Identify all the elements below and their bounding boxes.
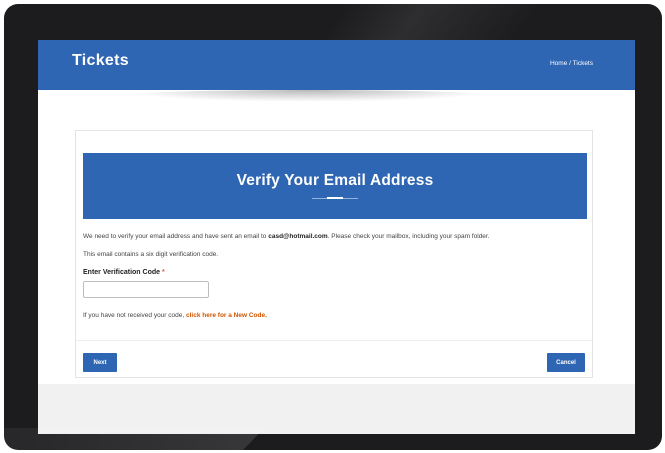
required-marker: *: [161, 269, 165, 276]
page-title: Tickets: [72, 52, 129, 69]
verification-code-label: Enter Verification Code *: [83, 269, 165, 276]
cancel-button[interactable]: Cancel: [547, 353, 585, 372]
card-header: Verify Your Email Address: [83, 153, 587, 219]
verification-message: We need to verify your email address and…: [83, 233, 490, 240]
header-shadow: [118, 90, 498, 102]
screen: Tickets Home / Tickets Verify Your Email…: [38, 40, 635, 434]
email-address: casd@hotmail.com: [268, 233, 328, 240]
breadcrumb: Home / Tickets: [550, 60, 593, 67]
verification-code-input[interactable]: [83, 281, 209, 298]
resend-message: If you have not received your code, clic…: [83, 312, 267, 319]
page-header: Tickets Home / Tickets: [38, 40, 635, 90]
divider: [76, 340, 592, 341]
title-underline: [312, 197, 358, 199]
new-code-link[interactable]: click here for a New Code.: [186, 312, 267, 319]
next-button[interactable]: Next: [83, 353, 117, 372]
breadcrumb-home-link[interactable]: Home: [550, 60, 567, 67]
info-text: This email contains a six digit verifica…: [83, 251, 219, 258]
device-frame: Tickets Home / Tickets Verify Your Email…: [4, 4, 662, 450]
breadcrumb-current: Tickets: [572, 60, 593, 67]
card-title: Verify Your Email Address: [236, 172, 434, 189]
verification-card: Verify Your Email Address We need to ver…: [75, 130, 593, 378]
